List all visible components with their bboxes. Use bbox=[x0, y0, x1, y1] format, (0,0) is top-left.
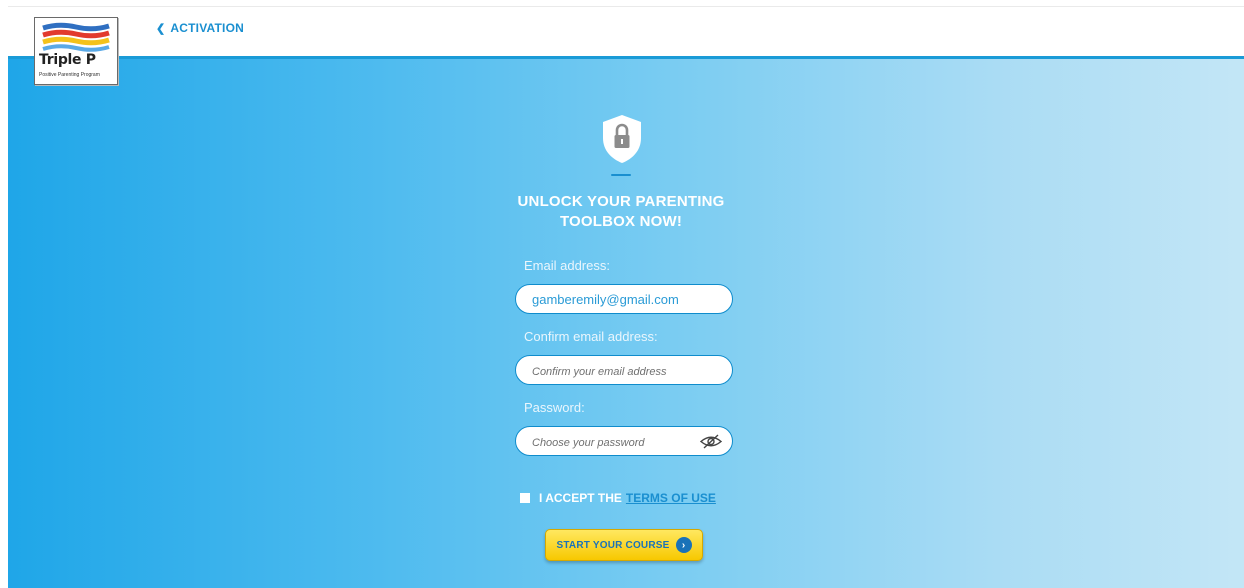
confirm-email-field-wrapper bbox=[515, 355, 733, 385]
password-label: Password: bbox=[524, 400, 585, 415]
heading-accent-line bbox=[611, 174, 631, 176]
logo-subtitle: Positive Parenting Program bbox=[39, 72, 100, 78]
email-field[interactable] bbox=[530, 290, 718, 308]
email-field-wrapper bbox=[515, 284, 733, 314]
eye-slash-icon[interactable] bbox=[700, 434, 722, 449]
page-frame: ❮ ACTIVATION Triple P Positive Parenting… bbox=[8, 0, 1244, 588]
email-label: Email address: bbox=[524, 258, 610, 273]
terms-checkbox[interactable] bbox=[520, 493, 530, 503]
chevron-left-icon: ❮ bbox=[156, 22, 166, 35]
password-field[interactable] bbox=[530, 432, 718, 450]
start-course-label: START YOUR COURSE bbox=[556, 539, 670, 551]
logo-title: Triple P bbox=[39, 52, 96, 68]
back-to-activation-link[interactable]: ❮ ACTIVATION bbox=[156, 21, 244, 35]
hero-panel: UNLOCK YOUR PARENTING TOOLBOX NOW! Email… bbox=[8, 59, 1244, 588]
shield-lock-icon bbox=[603, 115, 641, 163]
triple-p-logo[interactable]: Triple P Positive Parenting Program bbox=[34, 17, 118, 85]
top-header: ❮ ACTIVATION bbox=[8, 0, 1244, 59]
back-link-label: ACTIVATION bbox=[170, 21, 244, 35]
arrow-right-circle-icon: › bbox=[675, 537, 692, 553]
terms-row: I ACCEPT THE TERMS OF USE bbox=[520, 491, 716, 505]
header-divider bbox=[8, 6, 1244, 7]
form-heading: UNLOCK YOUR PARENTING TOOLBOX NOW! bbox=[478, 192, 764, 232]
confirm-email-field[interactable] bbox=[530, 361, 718, 379]
logo-stripes-icon bbox=[42, 22, 110, 52]
password-field-wrapper bbox=[515, 426, 733, 456]
terms-prefix: I ACCEPT THE bbox=[539, 491, 622, 505]
heading-line-1: UNLOCK YOUR PARENTING bbox=[517, 193, 725, 210]
terms-of-use-link[interactable]: TERMS OF USE bbox=[626, 491, 716, 505]
confirm-email-label: Confirm email address: bbox=[524, 329, 658, 344]
heading-line-2: TOOLBOX NOW! bbox=[559, 213, 683, 230]
start-course-button[interactable]: START YOUR COURSE › bbox=[545, 529, 703, 561]
